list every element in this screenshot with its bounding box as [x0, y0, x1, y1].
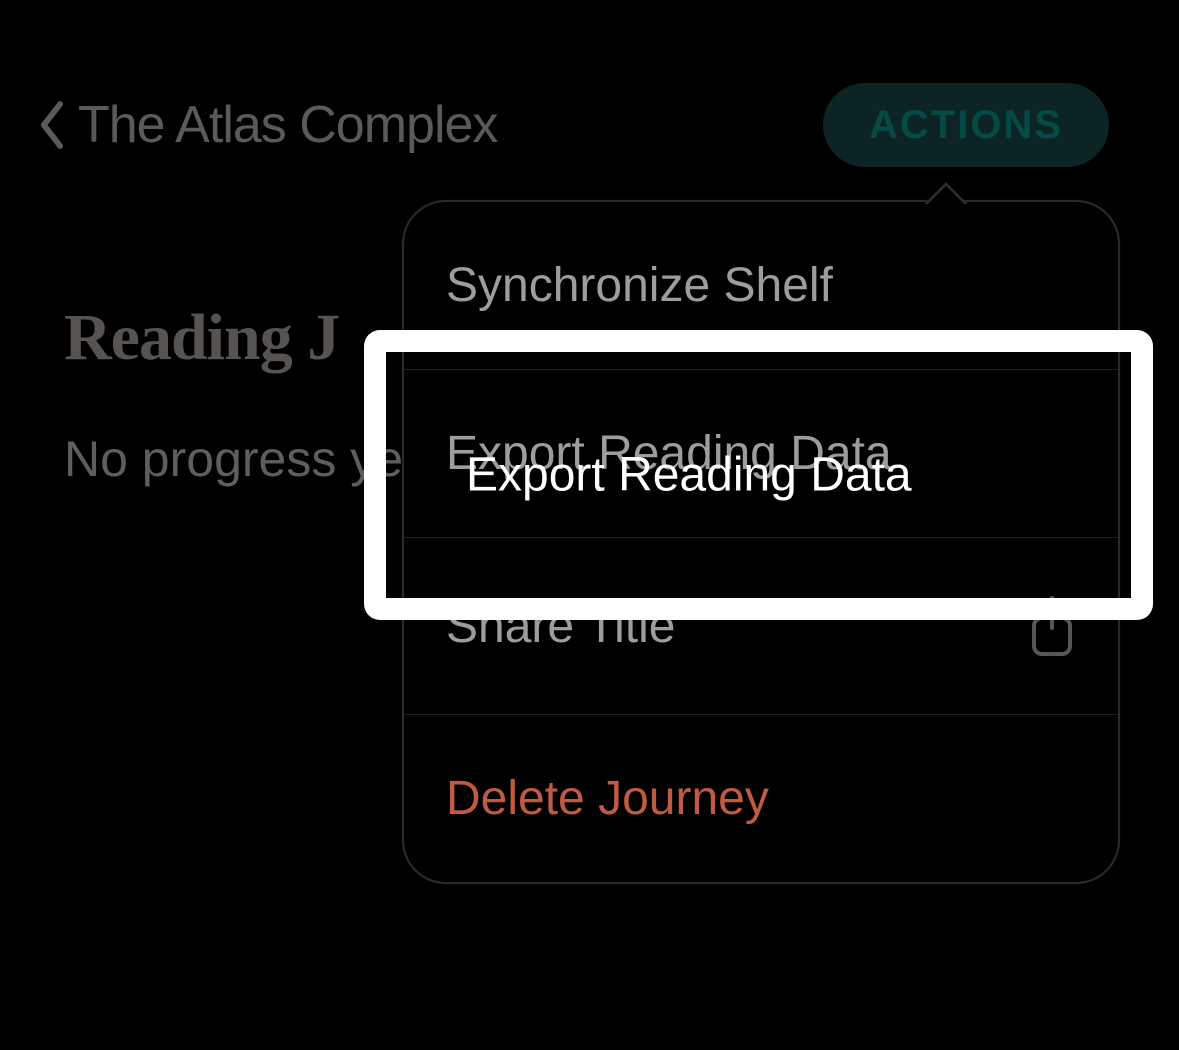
- menu-item-export-reading-data[interactable]: Export Reading Data: [404, 370, 1118, 538]
- header: The Atlas Complex ACTIONS: [38, 80, 1109, 170]
- actions-menu: Synchronize Shelf Export Reading Data Sh…: [402, 200, 1120, 884]
- section-title: Reading J: [64, 300, 339, 376]
- menu-item-label: Delete Journey: [446, 771, 769, 826]
- menu-item-label: Synchronize Shelf: [446, 258, 833, 313]
- actions-button[interactable]: ACTIONS: [823, 83, 1109, 167]
- menu-item-label: Share Title: [446, 599, 675, 654]
- back-title: The Atlas Complex: [78, 95, 497, 155]
- menu-item-synchronize-shelf[interactable]: Synchronize Shelf: [404, 202, 1118, 370]
- menu-item-share-title[interactable]: Share Title: [404, 538, 1118, 715]
- page-background: The Atlas Complex ACTIONS Reading J No p…: [0, 0, 1179, 1050]
- menu-item-label: Export Reading Data: [446, 426, 892, 481]
- menu-item-delete-journey[interactable]: Delete Journey: [404, 715, 1118, 882]
- chevron-left-icon: [38, 99, 66, 151]
- back-button[interactable]: The Atlas Complex: [38, 95, 497, 155]
- actions-label: ACTIONS: [869, 103, 1063, 147]
- progress-text: No progress ye: [64, 430, 403, 488]
- share-icon: [1028, 594, 1076, 658]
